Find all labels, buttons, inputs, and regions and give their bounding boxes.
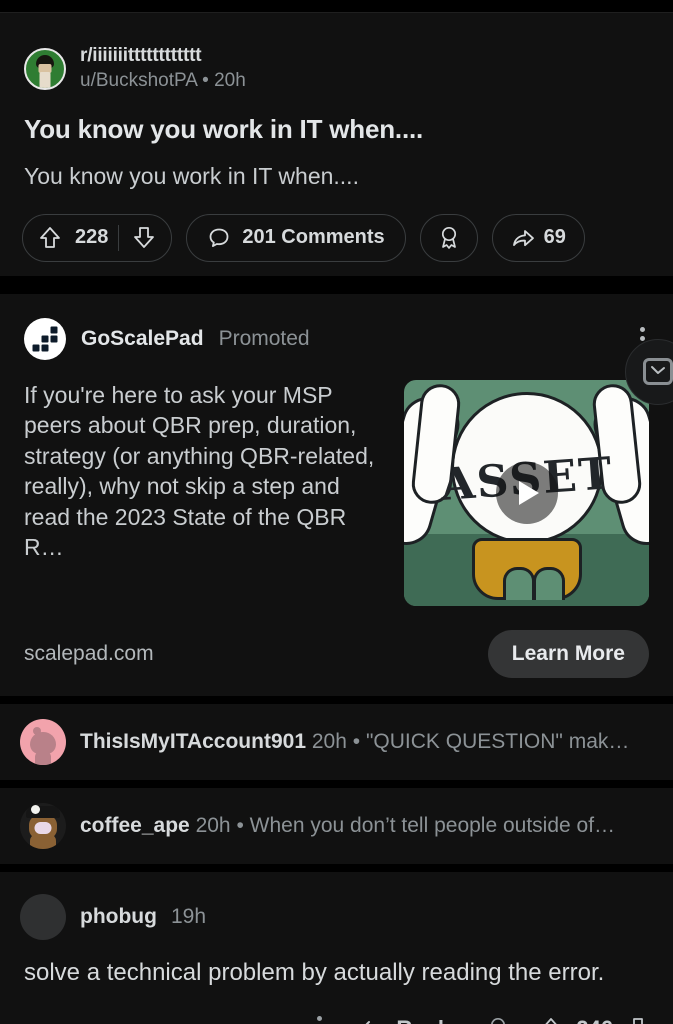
ad-url[interactable]: scalepad.com [24, 642, 154, 666]
share-count: 69 [543, 226, 566, 249]
learn-more-button[interactable]: Learn More [487, 629, 649, 678]
comment-author[interactable]: ThisIsMyITAccount901 [80, 730, 306, 753]
reddit-post-screen: r/iiiiiiitttttttttttt u/BuckshotPA • 20h… [0, 0, 673, 1024]
share-button[interactable]: 69 [491, 213, 585, 262]
comment-actions: Reply 246 [0, 988, 673, 1024]
collapsed-comment-line: ThisIsMyITAccount901 20h • "QUICK QUESTI… [80, 730, 653, 754]
comment-vote-group: 246 [540, 1016, 649, 1024]
award-button[interactable] [419, 213, 478, 262]
award-icon [486, 1016, 510, 1024]
post-meta: r/iiiiiiitttttttttttt u/BuckshotPA • 20h [80, 45, 246, 92]
share-icon [511, 226, 535, 250]
post-author-and-age[interactable]: u/BuckshotPA • 20h [80, 70, 246, 92]
play-icon [519, 480, 539, 505]
reply-button[interactable]: Reply [360, 1016, 456, 1024]
kebab-dot [640, 336, 645, 342]
avatar-grid-glyph [32, 326, 58, 352]
comment-divider [0, 863, 673, 872]
separator-dot: • [236, 813, 244, 837]
subreddit-name[interactable]: r/iiiiiiitttttttttttt [80, 45, 246, 67]
post-title: You know you work in IT when.... [24, 114, 424, 144]
expanded-comment[interactable]: phobug 19h solve a technical problem by … [0, 871, 673, 1024]
vote-pill: 228 [22, 213, 173, 262]
comment-preview: When you don’t tell people outside of… [249, 813, 616, 837]
post-card[interactable]: r/iiiiiiitttttttttttt u/BuckshotPA • 20h… [0, 13, 673, 276]
downvote-button[interactable] [123, 215, 165, 261]
post-upvote-count: 228 [75, 226, 109, 249]
avatar-muzzle [34, 821, 52, 834]
avatar-hat-pompom [31, 804, 40, 814]
post-body: You know you work in IT when.... [24, 162, 359, 189]
top-spacer [0, 0, 673, 12]
post-ad-divider [0, 275, 673, 294]
crystal-ball-stand [471, 537, 582, 600]
kebab-dot [640, 327, 645, 333]
ad-text[interactable]: If you're here to ask your MSP peers abo… [24, 380, 386, 606]
expanded-comment-header: phobug 19h [0, 888, 673, 946]
comment-body: solve a technical problem by actually re… [24, 958, 605, 986]
snoo-brown-avatar[interactable] [20, 802, 66, 849]
promoted-ad-card[interactable]: GoScalePad Promoted If you're here to as… [0, 293, 673, 696]
comment-overflow-menu-button[interactable] [309, 1010, 330, 1024]
advertiser-name[interactable]: GoScalePad [81, 327, 204, 351]
collapsed-comment-row[interactable]: ThisIsMyITAccount901 20h • "QUICK QUESTI… [0, 703, 673, 780]
play-button[interactable] [495, 461, 558, 524]
avatar-body [39, 71, 51, 88]
collapsed-comment-row[interactable]: coffee_ape 20h • When you don’t tell peo… [0, 787, 673, 864]
downvote-icon [133, 226, 155, 250]
picture-in-picture-icon [643, 358, 673, 386]
promoted-label: Promoted [218, 326, 310, 350]
default-avatar[interactable] [20, 893, 66, 940]
comment-preview: "QUICK QUESTION" mak… [365, 729, 630, 753]
vote-divider [118, 224, 120, 251]
collapsed-comment-line: coffee_ape 20h • When you don’t tell peo… [80, 814, 653, 838]
comment-upvote-button[interactable] [540, 1017, 562, 1024]
comment-age: 19h [170, 904, 207, 928]
comment-age: 20h [311, 729, 347, 753]
snoo-pink-avatar[interactable] [20, 718, 66, 765]
upvote-icon [39, 226, 61, 250]
advertiser-avatar[interactable] [24, 317, 66, 360]
post-header[interactable]: r/iiiiiiitttttttttttt u/BuckshotPA • 20h [0, 13, 673, 92]
comments-count-label: 201 Comments [242, 226, 385, 249]
award-icon [437, 225, 461, 251]
comment-author[interactable]: coffee_ape [80, 814, 190, 837]
comments-button[interactable]: 201 Comments [186, 213, 406, 262]
comment-bubble-icon [207, 226, 231, 250]
comment-divider [0, 779, 673, 788]
comment-author[interactable]: phobug [80, 905, 157, 929]
avatar-body [30, 833, 56, 849]
ad-body: If you're here to ask your MSP peers abo… [0, 360, 673, 606]
post-actions: 228 201 Comments 69 [0, 192, 673, 262]
comment-downvote-button[interactable] [627, 1017, 649, 1024]
ad-footer: scalepad.com Learn More [0, 606, 673, 678]
ad-header: GoScalePad Promoted [0, 294, 673, 360]
comment-age: 20h [195, 813, 231, 837]
comment-award-button[interactable] [486, 1016, 510, 1024]
reply-arrow-icon [360, 1017, 386, 1024]
comment-score: 246 [576, 1016, 613, 1024]
reply-label: Reply [396, 1016, 456, 1024]
kebab-dot [317, 1016, 323, 1022]
upvote-button[interactable] [29, 215, 71, 261]
separator-dot: • [352, 729, 361, 753]
subreddit-avatar[interactable] [24, 47, 66, 90]
avatar-body [35, 750, 51, 765]
ad-video-thumbnail[interactable]: ASSET [404, 379, 649, 606]
ad-comments-divider [0, 695, 673, 704]
